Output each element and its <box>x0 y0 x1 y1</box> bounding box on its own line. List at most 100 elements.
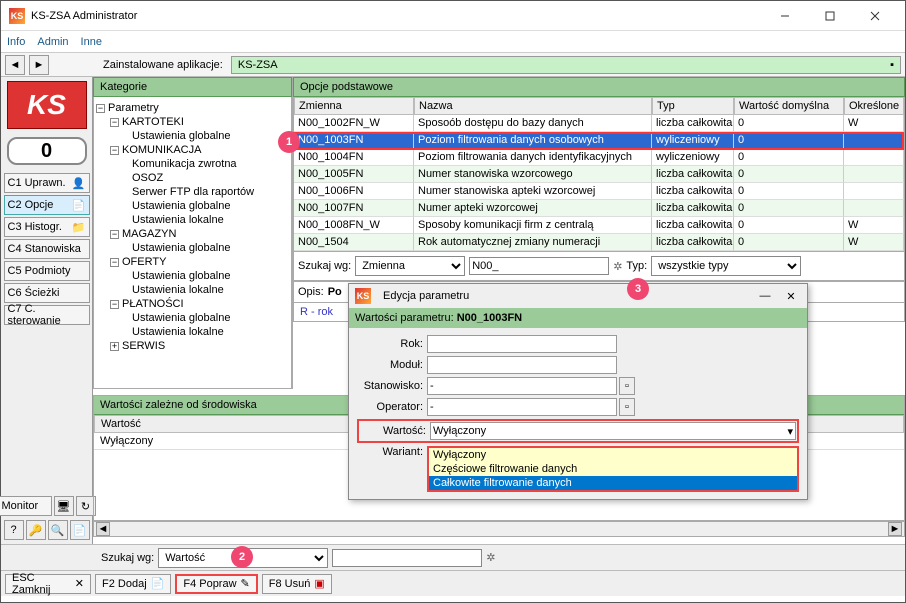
f2-add-button[interactable]: F2 Dodaj📄 <box>95 574 171 594</box>
modul-input[interactable] <box>427 356 617 374</box>
f8-delete-button[interactable]: F8 Usuń▣ <box>262 574 332 594</box>
help-icon[interactable]: ? <box>4 520 24 540</box>
tree-item[interactable]: Ustawienia globalne <box>132 130 230 142</box>
gear-icon[interactable]: ✲ <box>486 551 495 564</box>
tree-item[interactable]: OSOZ <box>132 172 163 184</box>
type-label: Typ: <box>626 260 647 272</box>
dialog-titlebar: KS Edycja parametru 3 — ✕ <box>349 284 807 308</box>
wartosc-dropdown-list[interactable]: Wyłączony Częściowe filtrowanie danych C… <box>427 446 799 492</box>
horizontal-scrollbar[interactable]: ◄ ► <box>93 521 905 537</box>
doc-icon[interactable]: 📄 <box>70 520 90 540</box>
sidebar-c1-uprawn[interactable]: C1 Uprawn.👤 <box>4 173 90 193</box>
sidebar-c2-opcje[interactable]: C2 Opcje📄 <box>4 195 90 215</box>
minimize-button[interactable] <box>762 2 807 30</box>
esc-close-button[interactable]: ESC Zamknij✕ <box>5 574 91 594</box>
tree-item[interactable]: Ustawienia lokalne <box>132 284 224 296</box>
dialog-minimize-icon[interactable]: — <box>755 290 775 302</box>
expander-icon[interactable]: − <box>110 258 119 267</box>
annotation-marker-3: 3 <box>627 278 649 300</box>
stanowisko-browse-button[interactable]: ▫ <box>619 377 635 395</box>
search-row: Szukaj wg: Zmienna ✲ Typ: wszystkie typy <box>293 252 905 281</box>
scroll-left-icon[interactable]: ◄ <box>96 522 110 536</box>
sidebar-c3-histogr[interactable]: C3 Histogr.📁 <box>4 217 90 237</box>
sidebar-c5-podmioty[interactable]: C5 Podmioty <box>4 261 90 281</box>
scroll-right-icon[interactable]: ► <box>888 522 902 536</box>
menu-info[interactable]: Info <box>7 36 25 48</box>
tree-oferty[interactable]: OFERTY <box>122 256 166 268</box>
col-nazwa[interactable]: Nazwa <box>414 97 652 115</box>
dialog-close-button[interactable]: ✕ <box>781 290 801 303</box>
col-zmienna[interactable]: Zmienna <box>294 97 414 115</box>
tree-item[interactable]: Ustawienia globalne <box>132 242 230 254</box>
table-row[interactable]: N00_1006FNNumer stanowiska apteki wzorco… <box>294 183 904 200</box>
expander-icon[interactable]: − <box>110 146 119 155</box>
gear-icon[interactable]: ✲ <box>613 260 622 273</box>
tree-item[interactable]: Ustawienia lokalne <box>132 326 224 338</box>
tree-item[interactable]: Ustawienia globalne <box>132 270 230 282</box>
stanowisko-input[interactable]: - <box>427 377 617 395</box>
menu-inne[interactable]: Inne <box>81 36 102 48</box>
person-icon: 👤 <box>72 176 86 190</box>
col-typ[interactable]: Typ <box>652 97 734 115</box>
search-icon[interactable]: 🔍 <box>48 520 68 540</box>
table-row-selected[interactable]: N00_1003FNPoziom filtrowania danych osob… <box>294 132 904 149</box>
operator-browse-button[interactable]: ▫ <box>619 398 635 416</box>
tree-platnosci[interactable]: PŁATNOŚCI <box>122 298 184 310</box>
tree-item[interactable]: Serwer FTP dla raportów <box>132 186 254 198</box>
add-icon: 📄 <box>151 577 165 590</box>
operator-input[interactable]: - <box>427 398 617 416</box>
close-button[interactable] <box>852 2 897 30</box>
search2-input[interactable] <box>332 549 482 567</box>
type-filter-select[interactable]: wszystkie typy <box>651 256 801 276</box>
table-row[interactable]: N00_1007FNNumer apteki wzorcowejliczba c… <box>294 200 904 217</box>
sidebar-c7-sterowanie[interactable]: C7 C. sterowanie <box>4 305 90 325</box>
col-default[interactable]: Wartość domyślna <box>734 97 844 115</box>
key-icon[interactable]: 🔑 <box>26 520 46 540</box>
nav-prev-button[interactable]: ◄ <box>5 55 25 75</box>
search-label: Szukaj wg: <box>298 260 351 272</box>
tree-kartoteki[interactable]: KARTOTEKI <box>122 116 184 128</box>
expander-icon[interactable]: − <box>96 104 105 113</box>
options-icon: 📄 <box>72 198 86 212</box>
table-row[interactable]: N00_1005FNNumer stanowiska wzorcowegolic… <box>294 166 904 183</box>
monitor-button[interactable]: Monitor <box>0 496 52 516</box>
maximize-button[interactable] <box>807 2 852 30</box>
tree-item[interactable]: Ustawienia lokalne <box>132 214 224 226</box>
tree-komunikacja[interactable]: KOMUNIKACJA <box>122 144 201 156</box>
grid-header: Zmienna Nazwa Typ Wartość domyślna Okreś… <box>294 97 904 115</box>
categories-tree[interactable]: −Parametry −KARTOTEKI Ustawienia globaln… <box>93 97 292 389</box>
search-field-select[interactable]: Zmienna <box>355 256 465 276</box>
tree-serwis[interactable]: SERWIS <box>122 340 165 352</box>
monitor-screen-icon[interactable]: 🖥 <box>54 496 74 516</box>
tree-root[interactable]: Parametry <box>108 102 159 114</box>
toolbar-top: ◄ ► Zainstalowane aplikacje: KS-ZSA ▪ <box>1 53 905 77</box>
expander-icon[interactable]: − <box>110 300 119 309</box>
dropdown-option[interactable]: Częściowe filtrowanie danych <box>429 462 797 476</box>
table-row[interactable]: N00_1004FNPoziom filtrowania danych iden… <box>294 149 904 166</box>
sidebar-c4-stanowiska[interactable]: C4 Stanowiska <box>4 239 90 259</box>
tree-item[interactable]: Ustawienia globalne <box>132 312 230 324</box>
expander-icon[interactable]: − <box>110 118 119 127</box>
dialog-subtitle: Wartości parametru: N00_1003FN <box>349 308 807 328</box>
table-row[interactable]: N00_1008FN_WSposoby komunikacji firm z c… <box>294 217 904 234</box>
expander-icon[interactable]: − <box>110 230 119 239</box>
categories-panel: Kategorie −Parametry −KARTOTEKI Ustawien… <box>93 77 293 389</box>
menu-admin[interactable]: Admin <box>37 36 68 48</box>
installed-app-field[interactable]: KS-ZSA ▪ <box>231 56 901 74</box>
search-value-input[interactable] <box>469 257 609 275</box>
col-okreslone[interactable]: Określone <box>844 97 904 115</box>
table-row[interactable]: N00_1002FN_WSposoób dostępu do bazy dany… <box>294 115 904 132</box>
footer-actions-row: ESC Zamknij✕ F2 Dodaj📄 F4 Popraw✎ F8 Usu… <box>1 570 905 596</box>
dropdown-option-selected[interactable]: Całkowite filtrowanie danych <box>429 476 797 490</box>
tree-item[interactable]: Komunikacja zwrotna <box>132 158 237 170</box>
rok-input[interactable] <box>427 335 617 353</box>
expander-icon[interactable]: + <box>110 342 119 351</box>
wartosc-select[interactable]: Wyłączony ▾ <box>430 422 796 440</box>
tree-magazyn[interactable]: MAGAZYN <box>122 228 176 240</box>
sidebar-c6-sciezki[interactable]: C6 Ścieżki <box>4 283 90 303</box>
tree-item[interactable]: Ustawienia globalne <box>132 200 230 212</box>
f4-edit-button[interactable]: F4 Popraw✎ <box>175 574 257 594</box>
dropdown-option[interactable]: Wyłączony <box>429 448 797 462</box>
table-row[interactable]: N00_1504Rok automatycznej zmiany numerac… <box>294 234 904 251</box>
nav-next-button[interactable]: ► <box>29 55 49 75</box>
